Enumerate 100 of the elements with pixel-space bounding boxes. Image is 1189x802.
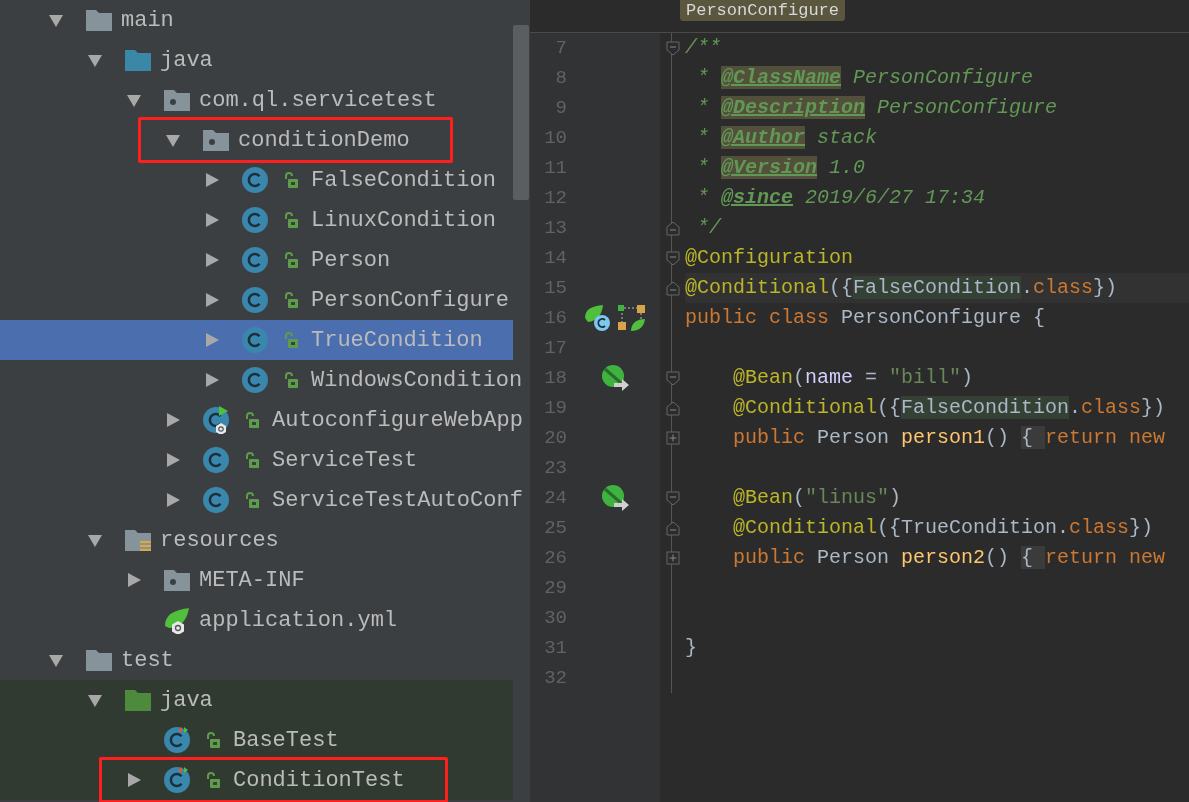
spring-class-icon[interactable] <box>583 304 611 332</box>
expand-arrow-icon[interactable] <box>87 532 103 548</box>
collapse-arrow-icon[interactable] <box>165 412 181 428</box>
class-icon <box>241 206 269 234</box>
expand-arrow-icon[interactable] <box>126 92 142 108</box>
code-line: @Bean("linus") <box>732 485 902 511</box>
tree-item-label: TrueCondition <box>311 326 483 355</box>
code-line: @Conditional({FalseCondition.class}) <box>732 395 1166 421</box>
diagram-icon[interactable] <box>617 304 647 332</box>
collapse-arrow-icon[interactable] <box>126 772 142 788</box>
expand-arrow-icon[interactable] <box>48 652 64 668</box>
code-line: @Configuration <box>685 245 854 271</box>
tree-row[interactable]: main <box>0 0 513 40</box>
unlocked-padlock-icon <box>283 331 299 349</box>
code-line: * @since 2019/6/27 17:34 <box>696 185 986 211</box>
unlocked-padlock-icon <box>244 451 260 469</box>
fold-start-icon[interactable] <box>665 370 680 386</box>
tree-item-label: PersonConfigure <box>311 286 510 315</box>
tree-item-label: ServiceTest <box>272 446 418 475</box>
tree-row[interactable]: application.yml <box>0 600 513 640</box>
spring-class-icon <box>202 406 230 434</box>
tree-row[interactable]: conditionDemo <box>0 120 513 160</box>
code-line: @Bean(name = "bill") <box>732 365 974 391</box>
collapse-arrow-icon[interactable] <box>165 492 181 508</box>
tree-item-label: META-INF <box>199 566 305 595</box>
tree-item-label: application.yml <box>199 606 398 635</box>
tree-row[interactable]: META-INF <box>0 560 513 600</box>
spring-leaf-icon <box>163 606 191 634</box>
expand-arrow-icon[interactable] <box>165 132 181 148</box>
tree-item-label: com.ql.servicetest <box>199 86 437 115</box>
collapse-arrow-icon[interactable] <box>204 292 220 308</box>
tree-item-label: test <box>121 646 174 675</box>
code-line: * @ClassName PersonConfigure <box>696 65 1034 91</box>
tree-item-label: resources <box>160 526 279 555</box>
breadcrumb-label[interactable]: PersonConfigure <box>680 0 846 21</box>
code-line: public class PersonConfigure { <box>685 305 1046 331</box>
tree-row[interactable]: PersonConfigure <box>0 280 513 320</box>
test-class-icon <box>163 726 191 754</box>
unlocked-padlock-icon <box>283 291 299 309</box>
tree-row[interactable]: LinuxCondition <box>0 200 513 240</box>
expand-arrow-icon[interactable] <box>87 52 103 68</box>
fold-start-icon[interactable] <box>665 40 680 56</box>
unlocked-padlock-icon <box>205 731 221 749</box>
fold-start-icon[interactable] <box>665 490 680 506</box>
collapse-arrow-icon[interactable] <box>204 372 220 388</box>
tree-row[interactable]: test <box>0 640 513 680</box>
class-icon <box>241 366 269 394</box>
tree-item-label: java <box>160 46 213 75</box>
class-icon <box>241 286 269 314</box>
class-icon <box>202 446 230 474</box>
tree-row[interactable]: java <box>0 680 513 720</box>
unlocked-padlock-icon <box>283 211 299 229</box>
fold-start-icon[interactable] <box>665 250 680 266</box>
collapse-arrow-icon[interactable] <box>204 252 220 268</box>
class-icon <box>241 166 269 194</box>
tree-item-label: WindowsCondition <box>311 366 523 395</box>
tree-item-label: ServiceTestAutoConf <box>272 486 523 515</box>
collapse-arrow-icon[interactable] <box>165 452 181 468</box>
code-line: /** <box>685 35 721 61</box>
tree-item-label: BaseTest <box>233 726 339 755</box>
unlocked-padlock-icon <box>205 771 221 789</box>
scrollbar-thumb[interactable] <box>513 25 529 200</box>
code-line: public Person person1() { return new <box>732 425 1166 451</box>
collapse-arrow-icon[interactable] <box>126 572 142 588</box>
unlocked-padlock-icon <box>244 491 260 509</box>
tree-item-label: AutoconfigureWebApp <box>272 406 523 435</box>
code-line: public Person person2() { return new <box>732 545 1166 571</box>
code-line: * @Description PersonConfigure <box>696 95 1058 121</box>
tree-item-label: main <box>121 6 174 35</box>
collapse-arrow-icon[interactable] <box>204 172 220 188</box>
tree-row[interactable]: java <box>0 40 513 80</box>
unlocked-padlock-icon <box>283 371 299 389</box>
test-class-icon <box>163 766 191 794</box>
class-icon <box>241 246 269 274</box>
expand-arrow-icon[interactable] <box>48 12 64 28</box>
class-icon <box>202 486 230 514</box>
tree-row[interactable]: FalseCondition <box>0 160 513 200</box>
tree-row[interactable]: BaseTest <box>0 720 513 760</box>
code-line: * @Author stack <box>696 125 878 151</box>
code-line: } <box>685 635 697 661</box>
tree-row[interactable]: ConditionTest <box>0 760 513 800</box>
unlocked-padlock-icon <box>283 171 299 189</box>
class-icon <box>241 326 269 354</box>
bean-icon[interactable] <box>600 364 630 392</box>
collapse-arrow-icon[interactable] <box>204 212 220 228</box>
tree-item-label: conditionDemo <box>238 126 410 155</box>
code-line: @Conditional({FalseCondition.class}) <box>685 275 1118 301</box>
tree-item-label: Person <box>311 246 391 275</box>
tree-item-label: FalseCondition <box>311 166 496 195</box>
unlocked-padlock-icon <box>244 411 260 429</box>
tree-item-label: java <box>160 686 213 715</box>
unlocked-padlock-icon <box>283 251 299 269</box>
tree-row[interactable]: resources <box>0 520 513 560</box>
tree-item-label: ConditionTest <box>233 766 405 795</box>
tree-row[interactable]: com.ql.servicetest <box>0 80 513 120</box>
tree-row[interactable]: ServiceTest <box>0 440 513 480</box>
tree-row[interactable]: Person <box>0 240 513 280</box>
code-line: @Conditional({TrueCondition.class}) <box>732 515 1154 541</box>
expand-arrow-icon[interactable] <box>87 692 103 708</box>
bean-icon[interactable] <box>600 484 630 512</box>
